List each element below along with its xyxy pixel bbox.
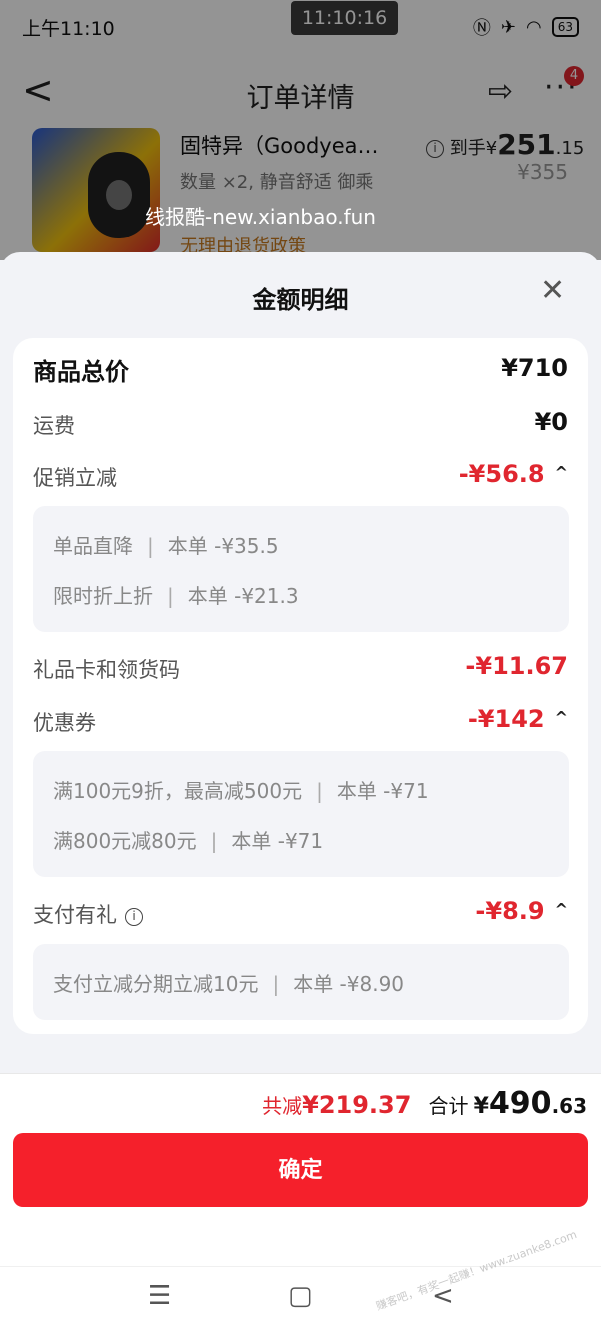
checkout-bar: 共减¥219.37 合计 ¥490.63 确定 ☰ ▢ < 赚客吧，有奖一起赚！… bbox=[0, 1073, 601, 1334]
sum-label: 合计 bbox=[428, 1094, 469, 1118]
sum-int: 490 bbox=[488, 1086, 552, 1121]
pay-amount: -¥8.9 bbox=[475, 897, 545, 925]
saved-label: 共减 bbox=[262, 1094, 303, 1118]
promo-value: -¥56.8 ^ bbox=[459, 460, 568, 488]
pay-value: -¥8.9 ^ bbox=[475, 897, 568, 925]
coupon-label: 优惠券 bbox=[33, 711, 96, 735]
separator: | bbox=[147, 534, 154, 558]
detail-amount: 本单 -¥21.3 bbox=[187, 584, 299, 608]
coupon-detail-2: 满800元减80元 | 本单 -¥71 bbox=[53, 825, 323, 854]
chevron-up-icon[interactable]: ^ bbox=[555, 900, 568, 919]
pay-label-text: 支付有礼 bbox=[33, 903, 117, 927]
pay-detail-1: 支付立减分期立减10元 | 本单 -¥8.90 bbox=[53, 968, 404, 997]
coupon-amount: -¥142 bbox=[467, 705, 545, 733]
totals: 共减¥219.37 合计 ¥490.63 bbox=[262, 1086, 587, 1121]
total-label: 商品总价 bbox=[33, 358, 129, 386]
detail-amount: 本单 -¥71 bbox=[336, 779, 429, 803]
promo-amount: -¥56.8 bbox=[458, 460, 545, 488]
menu-icon[interactable]: ☰ bbox=[148, 1281, 171, 1311]
row-promo[interactable]: 促销立减 -¥56.8 ^ bbox=[33, 458, 568, 494]
shipping-label: 运费 bbox=[33, 414, 75, 438]
promo-detail-2: 限时折上折 | 本单 -¥21.3 bbox=[53, 580, 299, 609]
detail-name: 单品直降 bbox=[53, 534, 133, 558]
detail-amount: 本单 -¥8.90 bbox=[293, 972, 405, 996]
row-coupon[interactable]: 优惠券 -¥142 ^ bbox=[33, 703, 568, 739]
sum-dec: .63 bbox=[551, 1094, 587, 1118]
close-icon[interactable]: ✕ bbox=[540, 276, 565, 306]
row-gift: 礼品卡和领货码 -¥11.67 bbox=[33, 650, 568, 686]
promo-label: 促销立减 bbox=[33, 466, 117, 490]
shipping-value: ¥0 bbox=[534, 408, 568, 436]
row-shipping: 运费 ¥0 bbox=[33, 406, 568, 442]
pay-details: 支付立减分期立减10元 | 本单 -¥8.90 bbox=[33, 944, 569, 1020]
promo-detail-1: 单品直降 | 本单 -¥35.5 bbox=[53, 530, 279, 559]
detail-name: 满800元减80元 bbox=[53, 829, 197, 853]
detail-name: 限时折上折 bbox=[53, 584, 153, 608]
coupon-detail-1: 满100元9折，最高减500元 | 本单 -¥71 bbox=[53, 775, 429, 804]
sheet-title: 金额明细 bbox=[252, 286, 349, 314]
info-icon[interactable]: i bbox=[125, 908, 143, 926]
pay-label: 支付有礼 i bbox=[33, 899, 143, 929]
saved-value: ¥219.37 bbox=[302, 1091, 412, 1119]
separator: | bbox=[167, 584, 174, 608]
coupon-value: -¥142 ^ bbox=[468, 705, 568, 733]
gift-label: 礼品卡和领货码 bbox=[33, 658, 180, 682]
chevron-up-icon[interactable]: ^ bbox=[555, 463, 568, 482]
confirm-button[interactable]: 确定 bbox=[13, 1133, 588, 1207]
system-nav-bar: ☰ ▢ < bbox=[0, 1266, 601, 1326]
gift-value: -¥11.67 bbox=[465, 652, 568, 680]
row-pay[interactable]: 支付有礼 i -¥8.9 ^ bbox=[33, 895, 568, 931]
detail-name: 支付立减分期立减10元 bbox=[53, 972, 259, 996]
detail-amount: 本单 -¥35.5 bbox=[167, 534, 279, 558]
row-total: 商品总价 ¥710 bbox=[33, 352, 568, 388]
chevron-up-icon[interactable]: ^ bbox=[555, 708, 568, 727]
watermark-text: 线报酷-new.xianbao.fun bbox=[145, 205, 376, 229]
total-value: ¥710 bbox=[501, 354, 568, 382]
separator: | bbox=[210, 829, 218, 853]
separator: | bbox=[272, 972, 280, 996]
detail-name: 满100元9折，最高减500元 bbox=[53, 779, 303, 803]
home-icon[interactable]: ▢ bbox=[288, 1281, 313, 1311]
promo-details: 单品直降 | 本单 -¥35.5 限时折上折 | 本单 -¥21.3 bbox=[33, 506, 569, 632]
detail-amount: 本单 -¥71 bbox=[231, 829, 324, 853]
separator: | bbox=[316, 779, 323, 803]
coupon-details: 满100元9折，最高减500元 | 本单 -¥71 满800元减80元 | 本单 -¥7… bbox=[33, 751, 569, 877]
amount-card: 商品总价 ¥710 运费 ¥0 促销立减 -¥56.8 ^ 单品直降 | 本单 -¥3… bbox=[13, 338, 588, 1034]
sum-symbol: ¥ bbox=[473, 1094, 489, 1119]
